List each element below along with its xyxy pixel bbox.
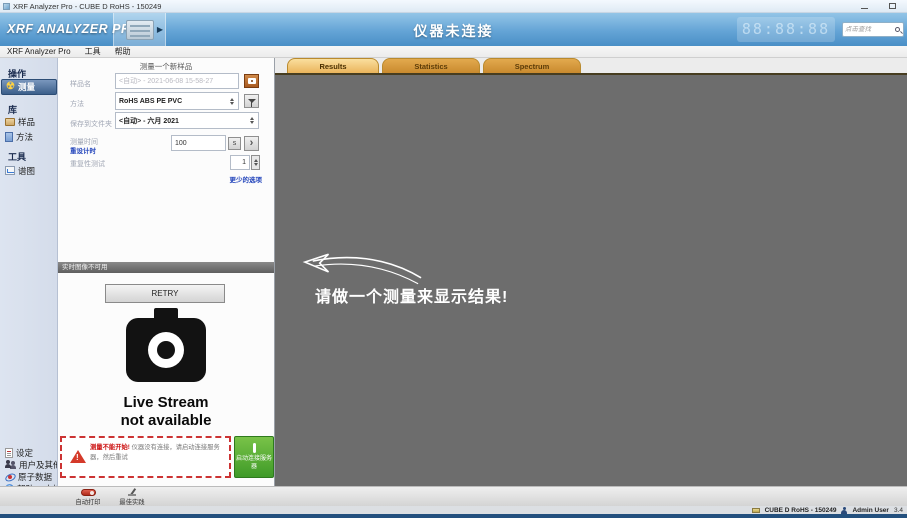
repeat-test-stepper[interactable] [251,155,260,170]
method-label: 方法 [70,99,84,109]
warning-box: 测量不能开始! 仪器没有连接，请启动连接服务器，然后重试 [60,436,231,478]
sample-name-input[interactable] [115,73,239,89]
repeat-test-label: 重复性测试 [70,159,105,169]
maximize-button[interactable] [885,1,899,11]
results-panel: Results Statistics Spectrum 请做一个测量来显示结果! [275,58,907,486]
status-version: 3.4 [894,507,903,514]
app-icon [3,3,10,10]
bottom-toolbar: 自动打印 最佳实践 [0,486,907,506]
camera-small-icon [248,78,256,84]
camera-icon [124,308,208,392]
tab-spectrum[interactable]: Spectrum [483,58,581,73]
minimize-icon [861,8,868,9]
sidebar-item-measure[interactable]: ☢ 测量 [1,79,57,95]
live-stream-header: 实时图像不可用 [58,262,274,273]
settings-page-icon [5,448,13,458]
instrument-selector[interactable]: ▶ [113,13,166,46]
filter-elements-button[interactable] [244,94,259,108]
fewer-options-link[interactable]: 更少的选项 [230,174,263,184]
window-title: XRF Analyzer Pro - CUBE D RoHS - 150249 [13,2,161,11]
sidebar: 操作 ☢ 测量 库 样品 方法 工具 谱图 设定 用户及其他 原子数据 ? 帮助… [0,58,58,486]
save-folder-select[interactable]: <自动> - 六月 2021 [115,112,259,129]
power-icon [253,443,256,453]
results-tab-bar: Results Statistics Spectrum [275,58,907,73]
device-icon [752,508,760,513]
start-measurement-button[interactable]: › [244,136,259,151]
sidebar-item-samples[interactable]: 样品 [1,115,57,128]
sidebar-section-tools: 工具 [8,150,26,163]
method-spinner-icon[interactable] [228,98,235,105]
method-document-icon [5,132,13,142]
save-folder-spinner-icon[interactable] [248,117,255,124]
measurement-form-panel: 测量一个新样品 样品名 方法 RoHS ABS PE PVC 保存到文件夹 <自… [58,58,275,486]
reset-timer-link[interactable]: 重设计时 [70,145,96,155]
search-input[interactable] [843,26,895,33]
start-connection-server-button[interactable]: 启动连接服务器 [234,436,274,478]
header-banner: XRF ANALYZER PRO ▶ 仪器未连接 88:88:88 [0,13,907,46]
user-icon [841,507,847,514]
measurement-clock-display: 88:88:88 [737,17,835,42]
tab-results[interactable]: Results [287,58,379,73]
tab-statistics[interactable]: Statistics [382,58,480,73]
status-user: Admin User [852,507,888,514]
status-device: CUBE D RoHS - 150249 [765,507,837,514]
method-select[interactable]: RoHS ABS PE PVC [115,92,239,110]
best-practice-button[interactable]: 最佳实践 [110,488,154,506]
retry-button[interactable]: RETRY [105,284,225,303]
measure-time-input[interactable] [171,135,226,151]
stepper-arrows-icon[interactable] [252,159,259,166]
sample-box-icon [5,118,15,126]
live-stream-message: Live Stream not available [58,394,274,430]
time-unit-button[interactable]: s [228,137,241,150]
status-bar: CUBE D RoHS - 150249 Admin User 3.4 [0,506,907,514]
users-icon [5,460,16,469]
warning-text: 测量不能开始! 仪器没有连接，请启动连接服务器，然后重试 [90,443,226,463]
auto-print-button[interactable]: 自动打印 [66,488,110,506]
results-content-area: 请做一个测量来显示结果! [275,73,907,486]
menu-app[interactable]: XRF Analyzer Pro [0,46,78,57]
title-bar: XRF Analyzer Pro - CUBE D RoHS - 150249 [0,0,907,13]
warning-title: 测量不能开始! [90,444,130,451]
spectrum-chart-icon [5,166,15,175]
sidebar-item-methods[interactable]: 方法 [1,130,57,143]
filter-icon [248,99,256,103]
maximize-icon [889,3,896,9]
atom-icon [5,472,15,482]
minimize-button[interactable] [857,1,871,11]
taskbar-strip [0,514,907,518]
menu-tools[interactable]: 工具 [78,46,108,57]
auto-print-toggle-icon[interactable] [81,489,96,496]
warning-icon [70,450,86,463]
sketch-arrow-icon [297,248,425,288]
repeat-test-input[interactable] [230,155,250,170]
play-arrow-icon[interactable]: ▶ [157,25,163,34]
instrument-image-icon [126,20,154,40]
radiation-icon: ☢ [6,82,15,92]
best-practice-icon [127,488,137,496]
empty-results-message: 请做一个测量来显示结果! [315,283,508,307]
start-arrow-icon: › [250,138,254,148]
camera-capture-button[interactable] [244,74,259,88]
form-title: 测量一个新样品 [58,61,274,72]
sample-name-label: 样品名 [70,79,91,89]
save-folder-label: 保存到文件夹 [70,119,112,129]
search-icon[interactable] [895,27,900,32]
menu-bar: XRF Analyzer Pro 工具 帮助 [0,46,907,58]
menu-help[interactable]: 帮助 [108,46,138,57]
search-box[interactable] [842,22,904,37]
sidebar-item-spectrum[interactable]: 谱图 [1,164,57,177]
